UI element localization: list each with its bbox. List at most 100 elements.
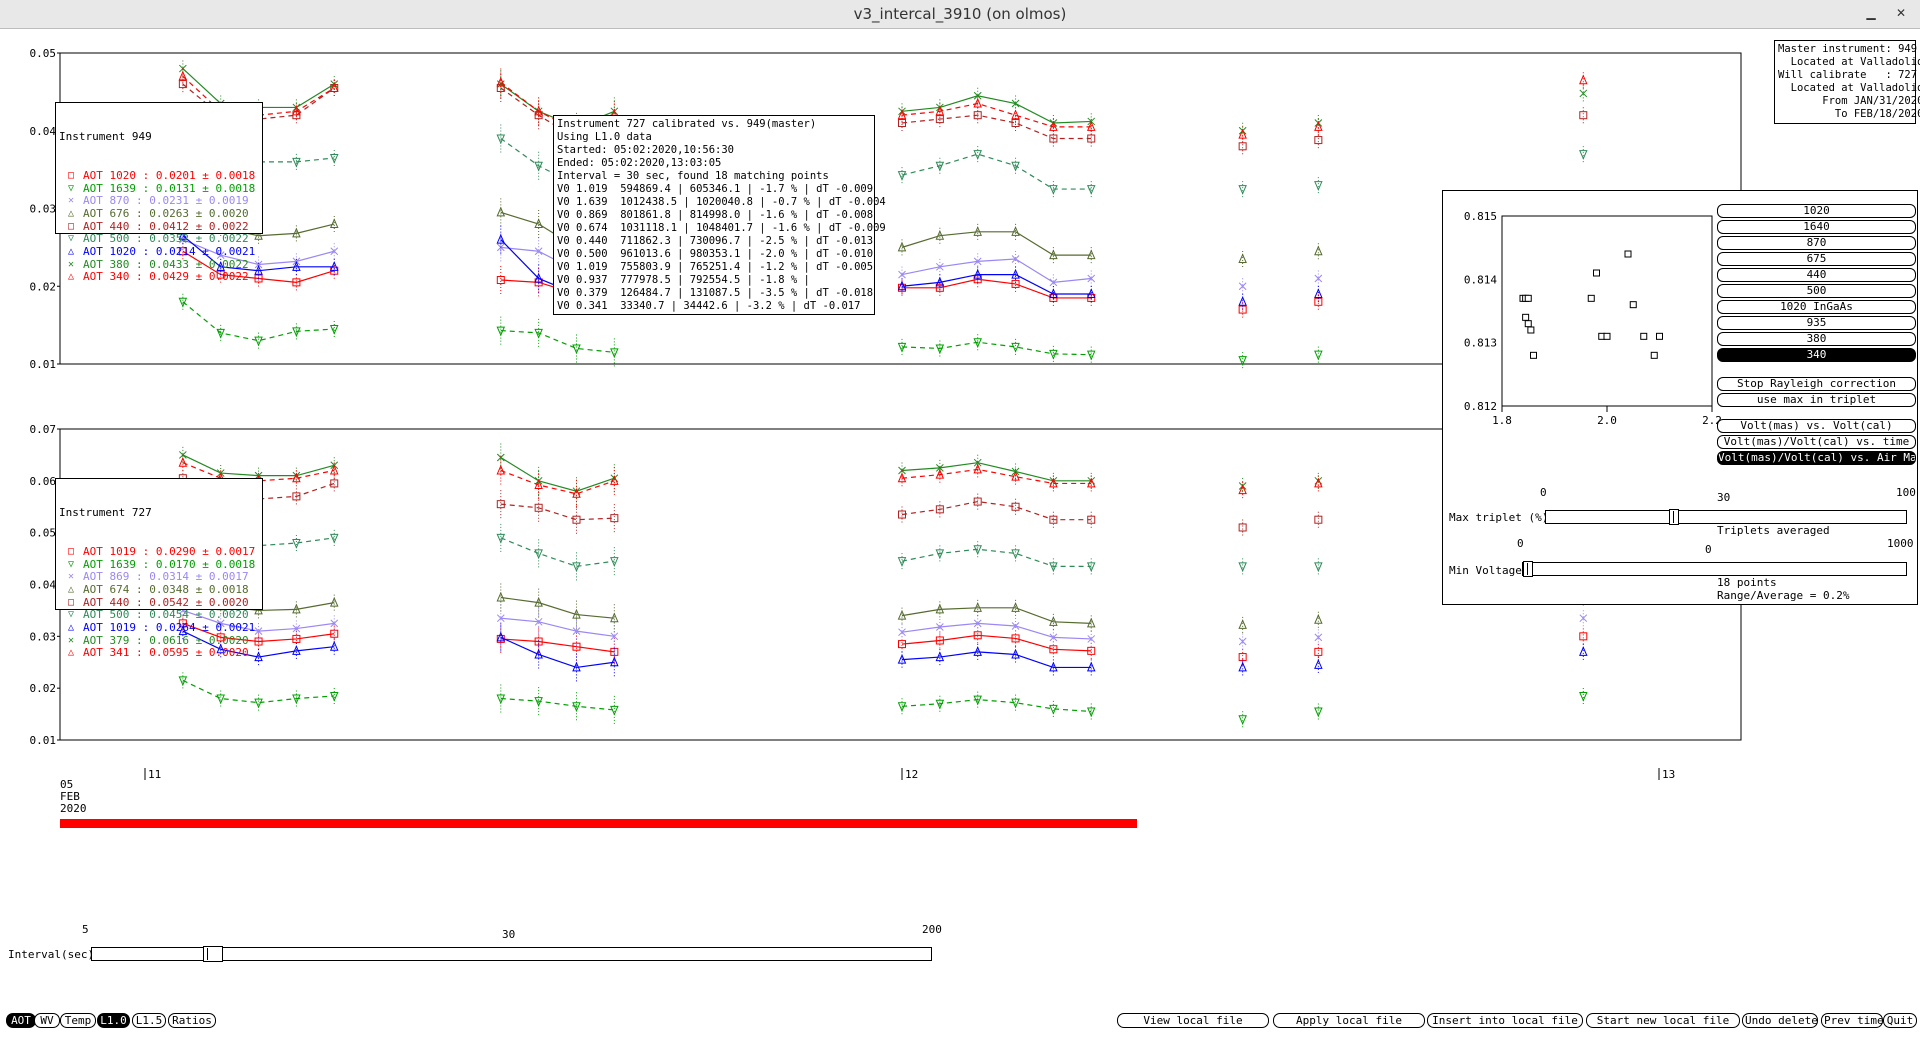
data-point <box>1086 249 1096 260</box>
range-average: Range/Average = 0.2% <box>1717 589 1850 602</box>
data-point <box>330 83 339 92</box>
data-point <box>534 247 543 256</box>
data-point <box>329 325 339 335</box>
data-point <box>1238 653 1247 662</box>
legend-title: Instrument 949 <box>59 130 152 143</box>
data-point <box>1086 350 1096 361</box>
data-point <box>898 466 906 475</box>
data-point <box>1314 477 1323 488</box>
mode-button-use-max-in-triplet[interactable]: use max in triplet <box>1717 393 1916 407</box>
data-point <box>1314 274 1323 283</box>
wavelength-button-870[interactable]: 870 <box>1717 236 1916 250</box>
legend-entry: □ AOT 440 : 0.0412 ± 0.0022 <box>59 220 259 233</box>
legend-value: 0.0595 ± 0.0020 <box>149 646 249 660</box>
data-point <box>610 557 619 567</box>
data-point <box>898 510 906 519</box>
view-button-volt-mas-volt-cal-vs-air-mass[interactable]: Volt(mas)/Volt(cal) vs. Air Mass <box>1717 451 1916 465</box>
data-point <box>610 647 619 656</box>
data-point <box>1011 502 1020 511</box>
wavelength-button-500[interactable]: 500 <box>1717 284 1916 298</box>
wavelength-button-675[interactable]: 675 <box>1717 252 1916 266</box>
data-point <box>1049 661 1058 672</box>
data-point <box>1579 111 1588 120</box>
legend-value: 0.0131 ± 0.0018 <box>155 181 256 195</box>
data-point <box>1049 704 1058 715</box>
data-point <box>1314 647 1323 656</box>
min-voltage-slider-thumb[interactable] <box>1523 561 1533 577</box>
toggle-l1-0[interactable]: L1.0 <box>97 1013 130 1028</box>
legend-marker: □ <box>67 545 75 557</box>
close-icon[interactable]: ✕ <box>1892 4 1910 22</box>
wavelength-button-1640[interactable]: 1640 <box>1717 220 1916 234</box>
wavelength-button-380[interactable]: 380 <box>1717 332 1916 346</box>
info-line: V0 0.341 33340.7 | 34442.6 | -3.2 % | dT… <box>557 300 861 312</box>
legend-label: AOT 1020 : <box>83 168 156 182</box>
data-point <box>534 648 543 659</box>
legend-value: 0.0263 ± 0.0020 <box>149 206 249 220</box>
legend-value: 0.0348 ± 0.0018 <box>149 582 249 596</box>
max-triplet-slider[interactable] <box>1545 509 1907 525</box>
data-point <box>534 107 543 116</box>
data-point <box>973 257 982 266</box>
data-point <box>496 233 506 244</box>
series-line <box>901 153 1092 190</box>
data-point <box>935 262 944 271</box>
toggle-wv[interactable]: WV <box>34 1013 60 1028</box>
series-line <box>901 651 1092 669</box>
prev-time-button[interactable]: Prev time <box>1821 1013 1884 1028</box>
apply-local-file-button[interactable]: Apply local file <box>1273 1013 1425 1028</box>
data-point <box>1049 278 1058 287</box>
view-button-volt-mas-volt-cal-vs-time[interactable]: Volt(mas)/Volt(cal) vs. time <box>1717 435 1916 449</box>
y-tick-label: 0.07 <box>30 423 57 436</box>
max-triplet-slider-thumb[interactable] <box>1669 509 1679 525</box>
wavelength-button-440[interactable]: 440 <box>1717 268 1916 282</box>
data-point <box>898 466 906 475</box>
series-line <box>901 622 1092 640</box>
data-point <box>1011 342 1020 353</box>
view-local-file-button[interactable]: View local file <box>1117 1013 1269 1028</box>
wavelength-button-1020-ingaas[interactable]: 1020 InGaAs <box>1717 300 1916 314</box>
info-line: Ended: 05:02:2020,13:03:05 <box>557 157 722 169</box>
start-new-local-file-button[interactable]: Start new local file <box>1586 1013 1740 1028</box>
data-point <box>1579 89 1588 98</box>
series-line <box>901 341 1092 356</box>
data-point <box>1314 659 1323 669</box>
toggle-temp[interactable]: Temp <box>60 1013 96 1028</box>
data-point <box>1238 562 1247 573</box>
wavelength-button-935[interactable]: 935 <box>1717 316 1916 330</box>
data-point <box>935 623 944 631</box>
data-point <box>496 134 506 145</box>
data-point <box>496 243 505 252</box>
legend-entry: ▽ AOT 500 : 0.0352 ± 0.0022 <box>59 232 259 245</box>
undo-delete-button[interactable]: Undo delete <box>1742 1013 1818 1028</box>
min-voltage-slider[interactable] <box>1522 561 1907 577</box>
data-point <box>1049 278 1058 287</box>
data-point <box>329 218 339 229</box>
minimize-icon[interactable]: ▁ <box>1862 4 1880 22</box>
legend-value: 0.0433 ± 0.0022 <box>149 257 249 271</box>
interval-slider[interactable] <box>91 946 932 962</box>
toggle-l1-5[interactable]: L1.5 <box>132 1013 166 1028</box>
legend-marker: □ <box>67 596 75 608</box>
data-point <box>973 226 982 236</box>
mode-button-stop-rayleigh-correction[interactable]: Stop Rayleigh correction <box>1717 377 1916 391</box>
toggle-ratios[interactable]: Ratios <box>168 1013 216 1028</box>
wavelength-button-1020[interactable]: 1020 <box>1717 204 1916 218</box>
view-button-volt-mas-vs-volt-cal[interactable]: Volt(mas) vs. Volt(cal) <box>1717 419 1916 433</box>
data-point <box>1011 622 1020 630</box>
data-point <box>897 653 907 664</box>
data-point <box>292 471 301 480</box>
quit-button[interactable]: Quit <box>1883 1013 1917 1028</box>
data-point <box>1314 245 1323 256</box>
legend-value: 0.0412 ± 0.0022 <box>149 219 249 233</box>
toggle-aot[interactable]: AOT <box>6 1013 36 1028</box>
legend-marker: ▽ <box>67 233 75 245</box>
interval-slider-thumb[interactable] <box>203 946 223 962</box>
data-point <box>935 229 945 240</box>
data-point <box>1086 288 1096 299</box>
data-point <box>1086 707 1096 718</box>
data-point <box>897 702 907 713</box>
wavelength-button-340[interactable]: 340 <box>1717 348 1916 362</box>
insert-into-local-file-button[interactable]: Insert into local file <box>1427 1013 1583 1028</box>
data-point <box>610 705 619 716</box>
